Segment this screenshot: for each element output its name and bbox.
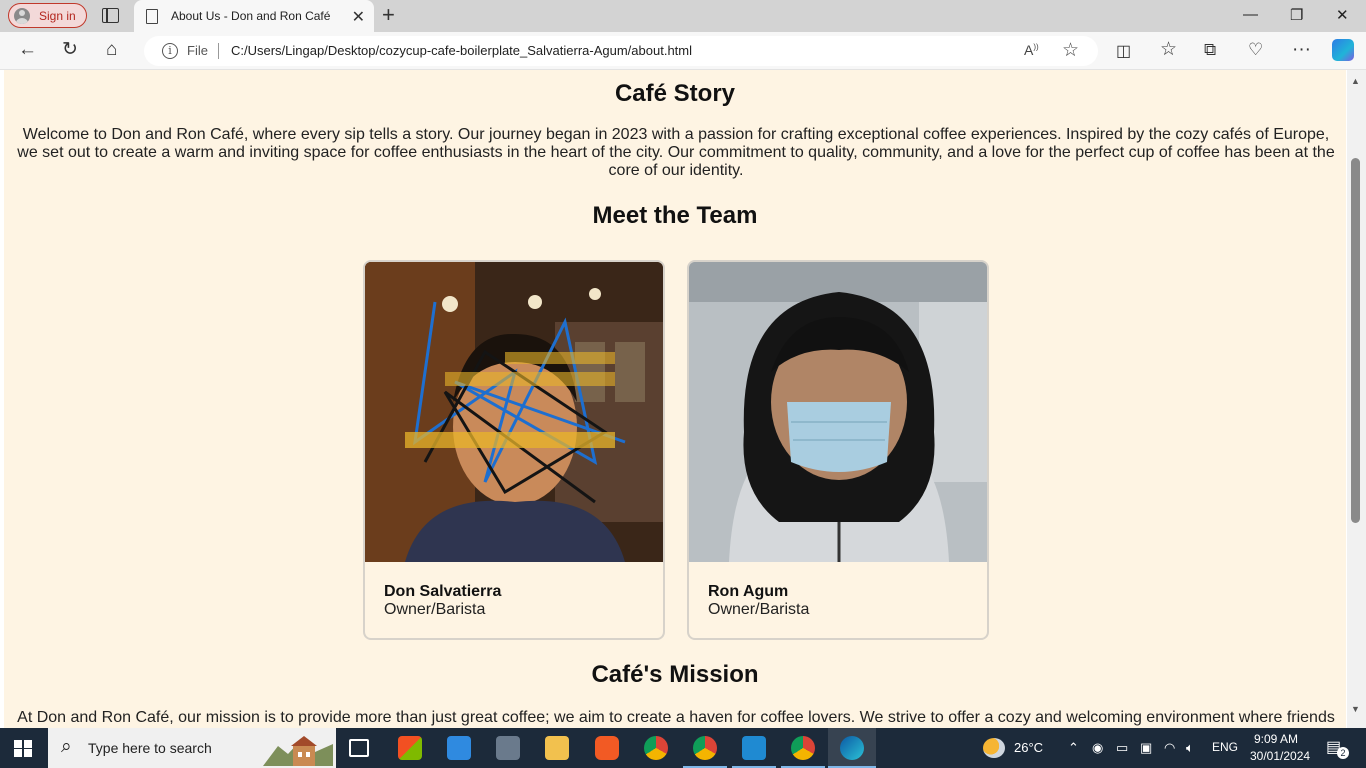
url-text[interactable]: C:/Users/Lingap/Desktop/cozycup-cafe-boi… bbox=[231, 43, 692, 58]
calculator-icon[interactable] bbox=[496, 736, 520, 760]
clock-date[interactable]: 30/01/2024 bbox=[1250, 749, 1310, 763]
language-indicator[interactable]: ENG bbox=[1212, 740, 1238, 754]
refresh-icon[interactable]: ↻ bbox=[62, 40, 78, 60]
scroll-down-icon[interactable]: ▼ bbox=[1351, 704, 1360, 714]
search-placeholder: Type here to search bbox=[88, 740, 212, 756]
chrome-profile-icon[interactable] bbox=[693, 736, 717, 760]
brave-browser-icon[interactable] bbox=[595, 736, 619, 760]
search-highlight-icon bbox=[263, 736, 333, 766]
file-explorer-icon[interactable] bbox=[545, 736, 569, 760]
search-icon: ⌕ bbox=[61, 736, 72, 757]
favorites-icon[interactable]: ☆ bbox=[1160, 40, 1177, 60]
copilot-icon[interactable] bbox=[1332, 39, 1354, 61]
edge-browser-icon[interactable] bbox=[840, 736, 864, 760]
new-tab-icon[interactable]: + bbox=[382, 4, 395, 26]
minimize-icon[interactable]: — bbox=[1243, 6, 1258, 23]
team-member-name: Ron Agum bbox=[708, 583, 789, 600]
info-icon[interactable]: i bbox=[162, 43, 178, 59]
battery-icon[interactable]: ▭ bbox=[1116, 740, 1128, 756]
notification-count: 2 bbox=[1337, 747, 1349, 759]
home-icon[interactable]: ⌂ bbox=[106, 40, 117, 60]
microsoft-store-icon[interactable] bbox=[398, 736, 422, 760]
mission-heading: Café's Mission bbox=[591, 661, 759, 688]
sign-in-label: Sign in bbox=[39, 8, 76, 23]
windows-taskbar: ⌕ Type here to search 26°C ⌃ ◉ ▭ ▣ ◠ 🔈︎ … bbox=[0, 728, 1366, 768]
about-page: Café Story Welcome to Don and Ron Café, … bbox=[4, 70, 1346, 728]
meet-now-icon[interactable]: ◉ bbox=[1092, 740, 1103, 756]
scrollbar-thumb[interactable] bbox=[1351, 158, 1360, 523]
wifi-icon[interactable]: ◠ bbox=[1164, 740, 1175, 756]
team-photo bbox=[689, 262, 987, 562]
split-screen-icon[interactable]: ◫ bbox=[1116, 42, 1131, 62]
weather-icon[interactable] bbox=[983, 738, 1005, 758]
browser-tab-strip: Sign in About Us - Don and Ron Café ✕ + … bbox=[0, 0, 1366, 32]
close-window-icon[interactable]: ✕ bbox=[1336, 6, 1349, 24]
restore-icon[interactable]: ❐ bbox=[1290, 6, 1303, 24]
mission-text: At Don and Ron Café, our mission is to p… bbox=[17, 709, 1335, 726]
read-aloud-icon[interactable]: A)) bbox=[1024, 42, 1039, 58]
tab-actions-icon[interactable] bbox=[102, 8, 119, 23]
team-member-role: Owner/Barista bbox=[708, 601, 810, 618]
team-heading: Meet the Team bbox=[592, 202, 758, 229]
back-icon[interactable]: ← bbox=[18, 40, 37, 60]
chrome-profile-icon[interactable] bbox=[791, 736, 815, 760]
collections-icon[interactable]: ⧉ bbox=[1204, 40, 1216, 60]
story-text: Welcome to Don and Ron Café, where every… bbox=[17, 126, 1335, 179]
team-card: Ron Agum Owner/Barista bbox=[687, 260, 989, 640]
clock-time[interactable]: 9:09 AM bbox=[1254, 732, 1298, 746]
calendar-icon[interactable] bbox=[447, 736, 471, 760]
close-tab-icon[interactable]: ✕ bbox=[352, 7, 365, 27]
taskbar-search-box[interactable]: ⌕ Type here to search bbox=[48, 728, 336, 768]
scroll-up-icon[interactable]: ▲ bbox=[1351, 76, 1360, 86]
page-viewport: Café Story Welcome to Don and Ron Café, … bbox=[0, 70, 1366, 728]
show-hidden-icons-icon[interactable]: ⌃ bbox=[1068, 740, 1079, 756]
tab-title: About Us - Don and Ron Café bbox=[171, 9, 331, 23]
sign-in-button[interactable]: Sign in bbox=[8, 3, 87, 28]
page-scrollbar[interactable]: ▲ ▼ bbox=[1347, 70, 1366, 728]
monitor-icon[interactable]: ▣ bbox=[1140, 740, 1152, 756]
chrome-icon[interactable] bbox=[644, 736, 668, 760]
windows-start-icon[interactable] bbox=[14, 740, 32, 757]
more-options-icon[interactable]: ··· bbox=[1292, 40, 1311, 60]
browser-toolbar: ← ↻ ⌂ i File C:/Users/Lingap/Desktop/coz… bbox=[0, 32, 1366, 70]
team-member-name: Don Salvatierra bbox=[384, 583, 502, 600]
vscode-icon[interactable] bbox=[742, 736, 766, 760]
weather-temperature[interactable]: 26°C bbox=[1014, 740, 1043, 755]
tab-about-us[interactable]: About Us - Don and Ron Café ✕ bbox=[134, 0, 374, 32]
performance-icon[interactable]: ♡ bbox=[1248, 40, 1263, 60]
team-photo bbox=[365, 262, 663, 562]
address-prefix: File bbox=[187, 43, 208, 58]
address-bar[interactable]: i File C:/Users/Lingap/Desktop/cozycup-c… bbox=[144, 36, 1098, 66]
team-member-role: Owner/Barista bbox=[384, 601, 486, 618]
profile-icon bbox=[14, 7, 30, 24]
page-icon bbox=[146, 8, 158, 24]
favorite-star-icon[interactable]: ☆ bbox=[1062, 39, 1079, 62]
task-view-icon[interactable] bbox=[349, 739, 369, 757]
story-heading: Café Story bbox=[614, 80, 736, 107]
volume-icon[interactable]: 🔈︎ bbox=[1186, 740, 1194, 756]
address-divider bbox=[218, 43, 219, 59]
team-card: Don Salvatierra Owner/Barista bbox=[363, 260, 665, 640]
